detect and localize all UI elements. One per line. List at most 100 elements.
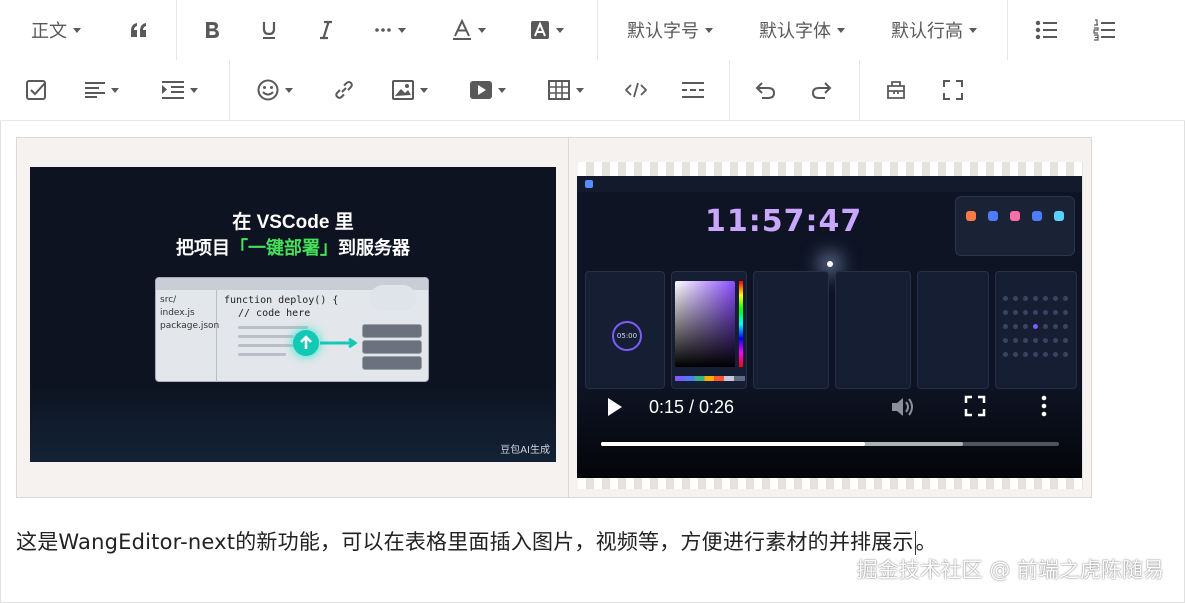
chevron-down-icon [556, 27, 564, 33]
video-timer-ring: 05:00 [612, 321, 642, 351]
background-color-button[interactable] [526, 10, 568, 50]
editor-content-area[interactable]: 在 VSCode 里 把项目「一键部署」到服务器 src/ index.js p… [0, 121, 1185, 603]
chevron-down-icon [398, 27, 406, 33]
video-color-swatches [675, 376, 745, 381]
redo-button[interactable] [806, 70, 838, 110]
bold-icon [206, 22, 219, 38]
underline-icon [262, 22, 276, 39]
fullscreen-button[interactable] [937, 70, 969, 110]
calendar-day-dot [1043, 310, 1048, 315]
calendar-day-dot [1023, 352, 1028, 357]
quick-app-icon [1010, 211, 1020, 221]
line-height-select[interactable]: 默认行高 [886, 10, 982, 50]
align-button[interactable] [80, 70, 124, 110]
video-hue-slider [739, 281, 743, 367]
calendar-day-dot [1023, 338, 1028, 343]
italic-icon [320, 20, 332, 40]
align-left-icon [85, 82, 105, 98]
site-watermark: 掘金技术社区 @ 前端之虎陈随易 [856, 558, 1164, 582]
chevron-down-icon [420, 87, 428, 93]
heading-select[interactable]: 正文 [22, 10, 90, 50]
image-icon [392, 80, 414, 100]
image-code-line: // code here [238, 308, 311, 319]
font-size-label: 默认字号 [627, 21, 699, 42]
calendar-day-dot [1013, 352, 1018, 357]
inserted-video[interactable]: 11:57:47 05:00 0:15 / 0:26 [577, 176, 1082, 478]
font-color-icon [453, 19, 471, 40]
image-title-part-b: 到服务器 [338, 238, 410, 258]
calendar-day-dot [1043, 324, 1048, 329]
font-family-select[interactable]: 默认字体 [754, 10, 850, 50]
content-table[interactable]: 在 VSCode 里 把项目「一键部署」到服务器 src/ index.js p… [16, 137, 1092, 498]
insert-table-button[interactable] [544, 70, 588, 110]
calendar-day-dot [1063, 338, 1068, 343]
video-played-bar [601, 442, 866, 446]
calendar-day-dot [1033, 310, 1038, 315]
mute-button[interactable] [890, 395, 916, 423]
more-vertical-icon [1041, 395, 1047, 417]
italic-button[interactable] [310, 10, 342, 50]
chevron-down-icon [576, 87, 584, 93]
table-cell-divider [568, 138, 569, 497]
todo-button[interactable] [20, 70, 52, 110]
server-icon [362, 340, 422, 354]
inserted-image[interactable]: 在 VSCode 里 把项目「一键部署」到服务器 src/ index.js p… [30, 167, 556, 462]
calendar-day-dot [1033, 296, 1038, 301]
undo-icon [755, 82, 776, 99]
quick-app-icon [988, 211, 998, 221]
app-logo-icon [585, 180, 593, 188]
numbered-list-icon [1093, 19, 1115, 41]
calendar-day-dot [1003, 296, 1008, 301]
indent-button[interactable] [158, 70, 202, 110]
emoji-button[interactable] [254, 70, 296, 110]
video-color-picker [675, 281, 735, 367]
image-code-line: function deploy() { [224, 295, 339, 306]
calendar-day-dot [1003, 324, 1008, 329]
font-color-button[interactable] [448, 10, 490, 50]
bulleted-list-button[interactable] [1030, 10, 1062, 50]
calendar-day-dot [1043, 296, 1048, 301]
video-app-topbar [577, 176, 1082, 192]
underline-button[interactable] [253, 10, 285, 50]
more-style-button[interactable] [368, 10, 412, 50]
divider-button[interactable] [677, 70, 709, 110]
calendar-day-dot [1023, 296, 1028, 301]
paragraph[interactable]: 这是WangEditor-next的新功能，可以在表格里面插入图片，视频等，方便… [16, 526, 937, 556]
blockquote-button[interactable] [122, 10, 156, 50]
code-block-button[interactable] [620, 70, 652, 110]
play-icon [608, 398, 622, 416]
checkbox-icon [26, 80, 46, 100]
indent-icon [162, 81, 184, 99]
video-fullscreen-button[interactable] [964, 395, 986, 421]
image-title-line1: 在 VSCode 里 [232, 212, 354, 233]
video-icon [470, 81, 492, 99]
video-progress-bar[interactable] [601, 442, 1059, 446]
insert-image-button[interactable] [388, 70, 432, 110]
table-icon [548, 80, 570, 100]
bulleted-list-icon [1035, 20, 1057, 40]
calendar-day-dot [1063, 296, 1068, 301]
image-title-line2: 把项目「一键部署」到服务器 [30, 234, 556, 260]
video-more-options-button[interactable] [1041, 395, 1047, 421]
paragraph-end-punct: 。 [915, 530, 937, 554]
insert-link-button[interactable] [328, 70, 360, 110]
clear-style-button[interactable] [880, 70, 912, 110]
calendar-day-dot [1013, 338, 1018, 343]
bold-button[interactable] [196, 10, 228, 50]
font-size-select[interactable]: 默认字号 [622, 10, 718, 50]
insert-video-button[interactable] [466, 70, 510, 110]
play-button[interactable] [607, 397, 623, 421]
numbered-list-button[interactable] [1088, 10, 1120, 50]
chevron-down-icon [478, 27, 486, 33]
calendar-day-dot [1063, 310, 1068, 315]
server-icon [362, 324, 422, 338]
line-height-label: 默认行高 [891, 21, 963, 42]
calendar-day-dot [1033, 338, 1038, 343]
quick-app-icon [1032, 211, 1042, 221]
undo-button[interactable] [749, 70, 781, 110]
editor-toolbar: 正文 默认字号 默认字体 默认行高 [0, 0, 1185, 121]
calendar-day-dot [1063, 324, 1068, 329]
toolbar-divider [176, 0, 177, 60]
chevron-down-icon [190, 87, 198, 93]
calendar-day-dot [1053, 324, 1058, 329]
